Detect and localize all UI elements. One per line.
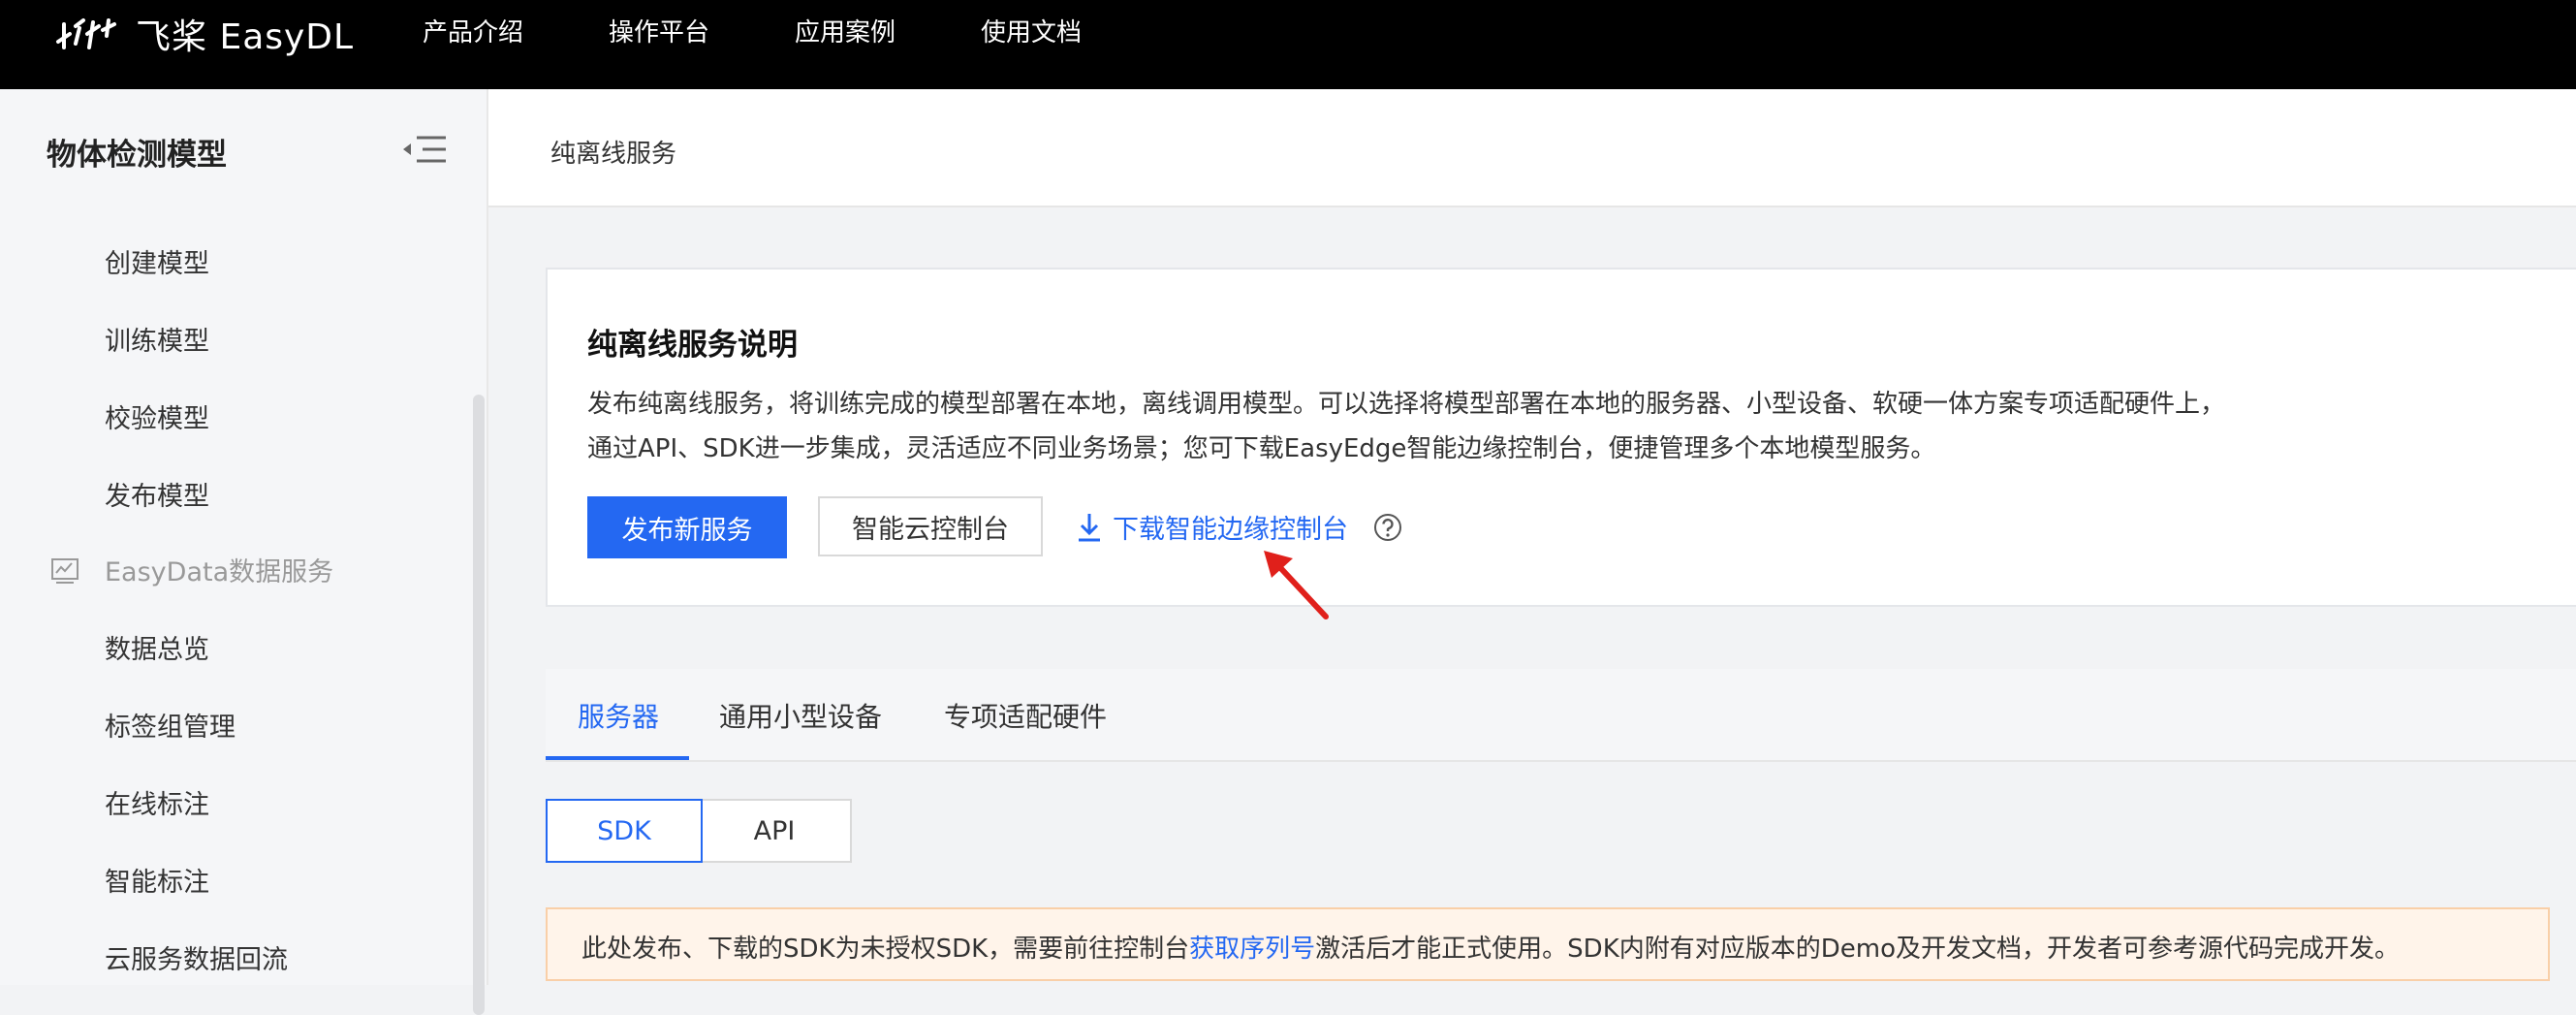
- card-description-line1: 发布纯离线服务，将训练完成的模型部署在本地，离线调用模型。可以选择将模型部署在本…: [587, 390, 2226, 419]
- download-icon: [1079, 513, 1100, 541]
- nav-item-product-intro[interactable]: 产品介绍: [423, 14, 523, 52]
- nav-item-cases[interactable]: 应用案例: [795, 14, 895, 52]
- tab-dedicated-hardware[interactable]: 专项适配硬件: [944, 696, 1107, 735]
- sdk-notice-text: 此处发布、下载的SDK为未授权SDK，需要前往控制台获取序列号激活后才能正式使用…: [581, 929, 2400, 965]
- nav-item-platform[interactable]: 操作平台: [609, 14, 709, 52]
- sidebar-item-validate-model[interactable]: 校验模型: [105, 397, 209, 435]
- breadcrumb: 纯离线服务: [550, 140, 677, 169]
- segment-api[interactable]: API: [699, 799, 852, 863]
- sidebar-item-label-group[interactable]: 标签组管理: [105, 706, 236, 744]
- notice-suffix: 激活后才能正式使用。SDK内附有对应版本的Demo及开发文档，开发者可参考源代码…: [1315, 935, 2400, 964]
- data-chart-icon: [51, 557, 79, 584]
- sidebar-title: 物体检测模型: [47, 138, 227, 173]
- red-arrow-annotation-icon: [1264, 551, 1329, 619]
- sidebar-section-label: EasyData数据服务: [105, 557, 334, 587]
- sidebar: 物体检测模型 创建模型 训练模型 校验模型 发布模型 EasyData数据服务 …: [0, 89, 488, 1015]
- logo[interactable]: 飞桨 EasyDL: [54, 10, 354, 58]
- sidebar-section-easydata[interactable]: EasyData数据服务: [50, 551, 333, 588]
- top-nav-menu: 产品介绍 操作平台 应用案例 使用文档: [423, 14, 1167, 52]
- collapse-menu-icon[interactable]: [401, 132, 450, 167]
- sidebar-item-online-annotation[interactable]: 在线标注: [105, 783, 209, 821]
- sidebar-item-smart-annotation[interactable]: 智能标注: [105, 861, 209, 899]
- sidebar-item-cloud-data-reflow[interactable]: 云服务数据回流: [105, 938, 288, 976]
- download-link-label: 下载智能边缘控制台: [1113, 515, 1348, 545]
- sidebar-item-publish-model[interactable]: 发布模型: [105, 475, 209, 513]
- sidebar-scrollbar[interactable]: [473, 395, 485, 1015]
- cloud-console-button[interactable]: 智能云控制台: [818, 496, 1043, 556]
- card-description: 发布纯离线服务，将训练完成的模型部署在本地，离线调用模型。可以选择将模型部署在本…: [587, 382, 2526, 471]
- help-question-icon[interactable]: [1372, 512, 1403, 543]
- tab-server[interactable]: 服务器: [578, 696, 659, 735]
- active-tab-indicator: [546, 756, 689, 760]
- nav-item-docs[interactable]: 使用文档: [981, 14, 1082, 52]
- get-serial-number-link[interactable]: 获取序列号: [1189, 935, 1315, 964]
- segment-sdk[interactable]: SDK: [546, 799, 703, 863]
- sidebar-item-create-model[interactable]: 创建模型: [105, 242, 209, 280]
- download-edge-console-link[interactable]: 下载智能边缘控制台: [1076, 508, 1348, 546]
- tab-small-device[interactable]: 通用小型设备: [719, 696, 882, 735]
- publish-new-service-button[interactable]: 发布新服务: [587, 496, 787, 558]
- sidebar-item-data-overview[interactable]: 数据总览: [105, 628, 209, 666]
- card-description-line2: 通过API、SDK进一步集成，灵活适应不同业务场景；您可下载EasyEdge智能…: [587, 434, 1936, 463]
- paddle-logo-icon: [56, 18, 116, 49]
- sidebar-item-train-model[interactable]: 训练模型: [105, 320, 209, 358]
- breadcrumb-bar: [488, 89, 2576, 207]
- notice-prefix: 此处发布、下载的SDK为未授权SDK，需要前往控制台: [581, 935, 1190, 964]
- logo-text: 飞桨 EasyDL: [136, 17, 355, 57]
- card-title: 纯离线服务说明: [587, 328, 798, 363]
- top-navigation-bar: 飞桨 EasyDL 产品介绍 操作平台 应用案例 使用文档: [0, 0, 2576, 89]
